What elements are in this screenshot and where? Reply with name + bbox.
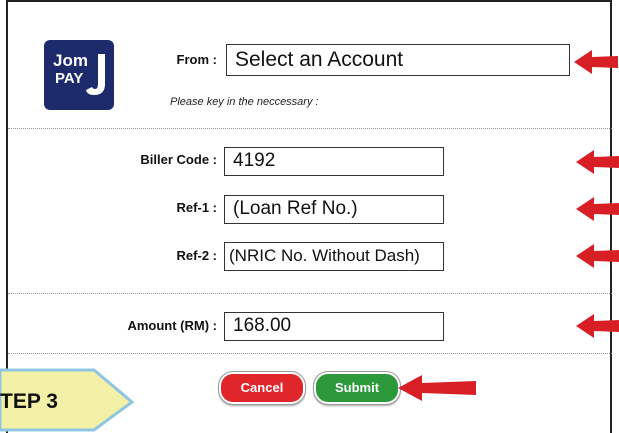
biller-code-field[interactable]: 4192 xyxy=(224,147,444,176)
account-select[interactable]: Select an Account xyxy=(226,44,570,76)
pointer-arrow-icon xyxy=(576,150,619,174)
ref1-label: Ref-1 : xyxy=(176,200,217,215)
biller-code-label: Biller Code : xyxy=(140,152,217,167)
pointer-arrow-icon xyxy=(576,244,619,268)
amount-label: Amount (RM) : xyxy=(127,318,217,333)
step-label: TEP 3 xyxy=(0,390,58,413)
submit-button[interactable]: Submit xyxy=(313,371,401,405)
divider xyxy=(8,128,612,129)
ref2-field[interactable]: (NRIC No. Without Dash) xyxy=(224,242,444,271)
divider xyxy=(8,293,612,294)
from-label: From : xyxy=(176,52,217,67)
jompay-logo: Jom PAY xyxy=(44,40,114,110)
pointer-arrow-icon xyxy=(576,197,619,221)
instruction-text: Please key in the neccessary : xyxy=(170,96,319,108)
logo-text-pay: PAY xyxy=(55,70,84,87)
pointer-arrow-icon xyxy=(574,50,618,74)
logo-j-icon xyxy=(86,54,105,95)
pointer-arrow-icon xyxy=(398,375,476,401)
amount-field[interactable]: 168.00 xyxy=(224,312,444,341)
cancel-button[interactable]: Cancel xyxy=(218,371,306,405)
ref1-field[interactable]: (Loan Ref No.) xyxy=(224,195,444,224)
logo-text-jom: Jom xyxy=(53,51,88,70)
ref2-label: Ref-2 : xyxy=(176,248,217,263)
divider xyxy=(8,353,612,354)
pointer-arrow-icon xyxy=(576,314,619,338)
